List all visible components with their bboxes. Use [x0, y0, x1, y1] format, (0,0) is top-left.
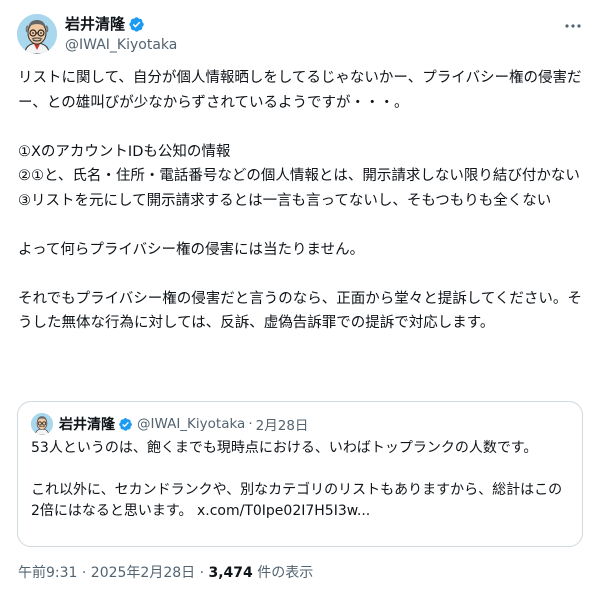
tweet-paragraph: それでもプライバシー権の侵害だと言うのなら、正面から堂々と提訴してください。そう… [18, 290, 582, 332]
cartoon-man-with-glasses-avatar-icon [17, 14, 57, 54]
author-name-block: 岩井清隆 @IWAI_Kiyotaka [65, 15, 177, 55]
quoted-tweet-header: 岩井清隆 @IWAI_Kiyotaka · 2月28日 [31, 413, 308, 435]
tweet-paragraph: リストに関して、自分が個人情報晒しをしてるじゃないかー、プライバシー権の侵害だー… [18, 70, 582, 111]
tweet-paragraph: ①XのアカウントIDも公知の情報 ②①と、氏名・住所・電話番号などの個人情報とは… [18, 143, 580, 209]
more-options-button[interactable] [562, 16, 584, 36]
cartoon-man-with-glasses-avatar-icon [31, 413, 53, 435]
verified-badge-icon[interactable] [128, 16, 145, 33]
quoted-paragraph-with-link: これ以外に、セカンドランクや、別なカテゴリのリストもありますから、総計はこの2倍… [31, 480, 571, 522]
verified-badge-icon [119, 417, 132, 431]
quoted-author-display-name: 岩井清隆 [59, 417, 115, 433]
quoted-separator: · [248, 416, 253, 432]
tweet-body: リストに関して、自分が個人情報晒しをしてるじゃないかー、プライバシー権の侵害だー… [18, 66, 586, 336]
tweet-header: 岩井清隆 @IWAI_Kiyotaka [17, 12, 586, 58]
quoted-tweet-date[interactable]: 2月28日 [256, 414, 309, 434]
quoted-paragraph-spacer [31, 459, 571, 480]
views-count: 3,474 [208, 565, 253, 581]
author-name-row: 岩井清隆 [65, 15, 177, 34]
quoted-tweet-card[interactable]: 岩井清隆 @IWAI_Kiyotaka · 2月28日 53人というのは、飽くま… [17, 401, 583, 547]
author-handle[interactable]: @IWAI_Kiyotaka [65, 35, 177, 55]
quoted-author-avatar [31, 413, 53, 435]
author-avatar[interactable] [17, 14, 57, 54]
quoted-tweet-body: 53人というのは、飽くまでも現時点における、いわばトップランクの人数です。 これ… [31, 438, 571, 522]
tweet-paragraph: よって何らプライバシー権の侵害には当たりません。 [18, 241, 365, 258]
tweet-meta: 午前9:31 · 2025年2月28日 · 3,474 件の表示 [18, 563, 313, 583]
quoted-paragraph: 53人というのは、飽くまでも現時点における、いわばトップランクの人数です。 [31, 440, 538, 456]
more-dots-icon [565, 24, 581, 28]
tweet-paragraph-spacer [18, 262, 586, 287]
quoted-author-handle: @IWAI_Kiyotaka [137, 416, 246, 432]
quoted-tweet-link[interactable]: x.com/T0Ipe02I7H5I3w... [197, 503, 370, 519]
tweet-paragraph-spacer [18, 115, 586, 140]
tweet-timestamp[interactable]: 午前9:31 · 2025年2月28日 · [18, 565, 209, 581]
tweet-detail: 岩井清隆 @IWAI_Kiyotaka リストに関して、自分が個人情報晒しをして… [0, 0, 600, 600]
tweet-paragraph-spacer [18, 213, 586, 238]
author-display-name[interactable]: 岩井清隆 [65, 15, 125, 34]
views-label: 件の表示 [252, 565, 314, 581]
